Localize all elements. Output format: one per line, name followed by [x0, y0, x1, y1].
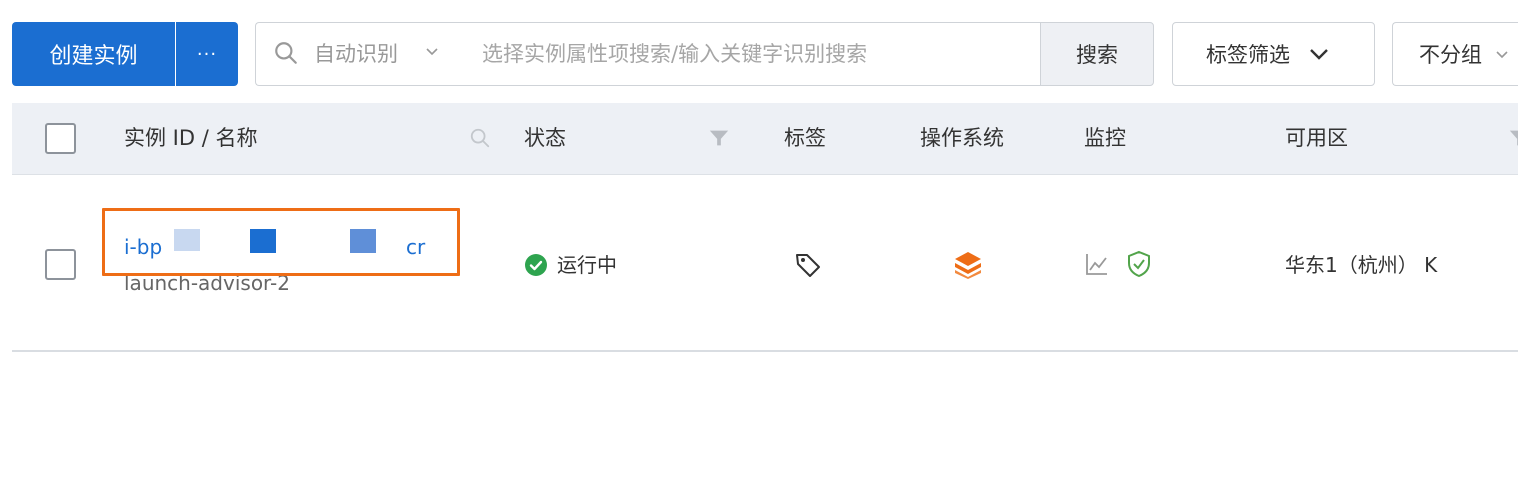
row-divider [12, 350, 1518, 352]
tag-filter-button[interactable]: 标签筛选 [1172, 22, 1375, 86]
column-header-zone: 可用区 [1285, 126, 1348, 150]
check-circle-icon [525, 254, 547, 276]
row-checkbox[interactable] [45, 249, 76, 280]
column-header-os: 操作系统 [920, 126, 1004, 150]
filter-icon[interactable] [708, 127, 730, 149]
os-layers-icon [955, 252, 981, 279]
filter-icon[interactable] [1508, 127, 1518, 149]
zone-value: 华东1（杭州） K [1285, 253, 1438, 277]
more-actions-button[interactable]: ··· [176, 22, 238, 86]
group-select[interactable]: 不分组 [1392, 22, 1518, 86]
column-header-instance: 实例 ID / 名称 [124, 126, 258, 150]
search-button[interactable]: 搜索 [1040, 22, 1154, 86]
search-mode-select[interactable]: 自动识别 [314, 40, 398, 68]
search-input[interactable] [470, 30, 1030, 78]
tag-icon[interactable] [794, 251, 822, 279]
chevron-down-icon [1310, 49, 1328, 60]
column-header-monitor: 监控 [1084, 126, 1126, 150]
create-instance-button[interactable]: 创建实例 [12, 22, 175, 86]
column-header-status: 状态 [524, 126, 566, 150]
chart-icon[interactable] [1085, 252, 1109, 276]
group-select-label: 不分组 [1419, 43, 1482, 67]
search-icon [275, 42, 297, 64]
status-running: 运行中 [557, 253, 617, 277]
search-icon[interactable] [469, 127, 491, 149]
column-header-tags: 标签 [784, 126, 826, 150]
select-all-checkbox[interactable] [45, 123, 76, 154]
highlight-box [102, 208, 460, 276]
tag-filter-label: 标签筛选 [1206, 43, 1290, 67]
chevron-down-icon [1496, 51, 1508, 59]
shield-check-icon[interactable] [1126, 250, 1152, 278]
chevron-down-icon[interactable] [424, 43, 440, 59]
